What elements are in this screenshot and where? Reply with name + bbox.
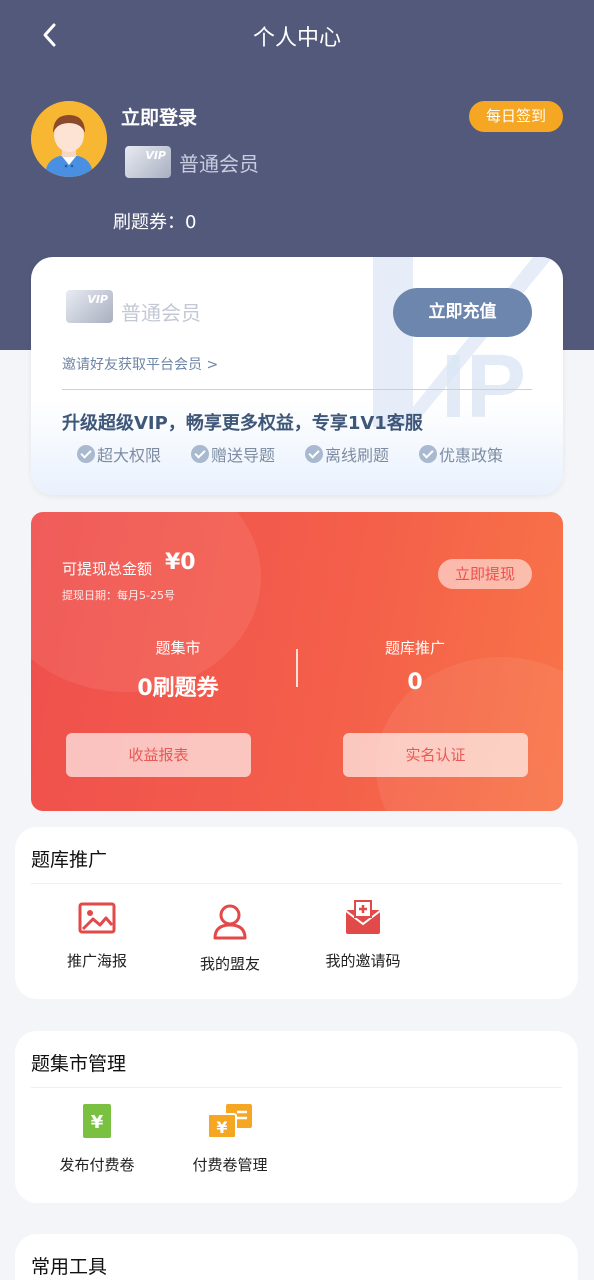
user-icon	[213, 904, 247, 940]
section-title: 题集市管理	[31, 1053, 127, 1075]
vip-panel: IP VIP 普通会员 立即充值 邀请好友获取平台会员 > 升级超级VIP，畅享…	[31, 257, 563, 495]
earnings-report-button[interactable]: 收益报表	[66, 733, 251, 777]
login-link[interactable]: 立即登录	[121, 103, 197, 130]
paid-paper-management-item[interactable]: ¥ 付费卷管理	[165, 1102, 295, 1175]
publish-paid-paper-item[interactable]: ¥ 发布付费卷	[32, 1102, 162, 1175]
benefit-item: 超大权限	[77, 442, 161, 466]
recharge-button[interactable]: 立即充值	[393, 288, 532, 337]
check-icon	[191, 445, 210, 463]
coupon-label: 刷题券：	[113, 212, 185, 233]
svg-text:IP: IP	[441, 337, 526, 437]
market-management-section: 题集市管理 ¥ 发布付费卷 ¥ 付费卷管理	[15, 1031, 578, 1203]
benefit-label: 优惠政策	[439, 446, 504, 465]
svg-text:¥: ¥	[216, 1118, 227, 1137]
invite-friends-link[interactable]: 邀请好友获取平台会员 >	[62, 354, 218, 374]
promo-earnings-value: 0	[407, 670, 423, 695]
check-icon	[77, 445, 95, 463]
withdrawable-total-label: 可提现总金额	[62, 560, 153, 578]
real-name-verify-button[interactable]: 实名认证	[343, 733, 528, 777]
top-bar: 个人中心	[0, 0, 594, 72]
divider	[31, 883, 562, 884]
check-icon	[305, 445, 324, 463]
benefit-list: 超大权限 赠送导题 离线刷题 优惠政策	[77, 442, 503, 466]
vip-card-text: VIP	[87, 293, 108, 306]
coupon-value: 0	[185, 212, 197, 233]
divider	[62, 389, 532, 390]
paid-paper-management-label: 付费卷管理	[192, 1156, 268, 1174]
withdraw-date-text: 提现日期：每月5-25号	[62, 589, 175, 602]
member-badge: VIP 普通会员	[125, 144, 259, 180]
coupon-count: 刷题券：0	[113, 208, 196, 234]
market-earnings-label: 题集市	[155, 639, 201, 657]
yen-doc-icon: ¥	[83, 1104, 111, 1138]
section-title: 题库推广	[31, 849, 108, 871]
vip-member-level: 普通会员	[121, 301, 201, 325]
promo-poster-label: 推广海报	[66, 952, 127, 970]
daily-checkin-button[interactable]: 每日签到	[469, 101, 563, 132]
benefit-label: 超大权限	[97, 446, 162, 465]
promo-earnings-label: 题库推广	[384, 639, 445, 657]
page-title: 个人中心	[252, 26, 341, 51]
my-allies-label: 我的盟友	[199, 955, 260, 973]
withdraw-button[interactable]: 立即提现	[438, 559, 532, 589]
promo-section: 题库推广 推广海报 我的盟友 我的邀请码	[15, 827, 578, 999]
promo-earnings[interactable]: 题库推广 0	[315, 637, 515, 695]
market-earnings-value: 0刷题券	[137, 676, 219, 701]
my-invite-code-item[interactable]: 我的邀请码	[298, 898, 428, 971]
my-allies-item[interactable]: 我的盟友	[165, 901, 295, 974]
yen-tickets-icon: ¥	[207, 1104, 252, 1139]
benefit-label: 赠送导题	[211, 446, 276, 465]
benefit-item: 离线刷题	[305, 442, 389, 466]
avatar-illustration	[31, 101, 107, 177]
promo-poster-item[interactable]: 推广海报	[32, 898, 162, 971]
image-icon	[78, 902, 116, 934]
benefit-item: 优惠政策	[419, 442, 503, 466]
benefit-item: 赠送导题	[191, 442, 275, 466]
member-level-label: 普通会员	[179, 151, 259, 176]
market-earnings[interactable]: 题集市 0刷题券	[78, 637, 278, 702]
divider	[31, 1087, 562, 1088]
publish-paid-paper-label: 发布付费卷	[59, 1156, 135, 1174]
withdrawable-total-value: ¥0	[165, 550, 196, 575]
upgrade-vip-text: 升级超级VIP，畅享更多权益，专享1V1客服	[62, 413, 423, 434]
earnings-card: 可提现总金额 ¥0 提现日期：每月5-25号 立即提现 题集市 0刷题券 题库推…	[31, 512, 563, 811]
my-invite-code-label: 我的邀请码	[325, 952, 401, 970]
vip-card-icon: VIP	[66, 290, 113, 323]
check-icon	[419, 445, 438, 463]
vip-card-text: VIP	[145, 149, 166, 162]
common-tools-section: 常用工具	[15, 1234, 578, 1280]
section-title: 常用工具	[31, 1256, 108, 1278]
avatar[interactable]	[31, 101, 107, 177]
benefit-label: 离线刷题	[325, 446, 390, 465]
invite-mail-icon	[345, 900, 381, 934]
divider	[296, 649, 298, 687]
vip-card-icon: VIP	[125, 146, 171, 178]
svg-text:¥: ¥	[91, 1112, 104, 1133]
